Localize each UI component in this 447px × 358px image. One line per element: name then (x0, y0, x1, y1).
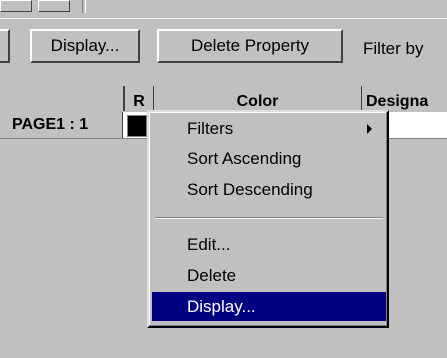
menu-item-label: Filters (187, 118, 234, 138)
top-strip (0, 0, 447, 14)
toolbar: Display... Delete Property Filter by (0, 18, 447, 79)
menu-item-delete[interactable]: Delete (152, 261, 386, 290)
grid-header: R Color Designa (0, 86, 447, 113)
filter-by-label: Filter by (363, 39, 424, 58)
top-strip-button-left[interactable] (0, 0, 32, 12)
menu-item-filters[interactable]: Filters (152, 114, 386, 143)
previous-button-edge[interactable] (0, 29, 10, 63)
display-button[interactable]: Display... (30, 29, 140, 63)
column-header-color[interactable]: Color (154, 86, 362, 111)
top-strip-divider (82, 0, 86, 13)
submenu-arrow-icon (367, 124, 372, 134)
top-strip-button-right[interactable] (38, 0, 70, 12)
corner-cell (0, 86, 124, 111)
context-menu: Filters Sort Ascending Sort Descending E… (147, 110, 389, 328)
menu-item-sort-ascending[interactable]: Sort Ascending (152, 144, 386, 173)
row-header[interactable]: PAGE1 : 1 (0, 112, 123, 138)
column-header-designator[interactable]: Designa (362, 86, 447, 111)
delete-property-button[interactable]: Delete Property (157, 29, 343, 63)
menu-item-display[interactable]: Display... (152, 292, 386, 321)
column-header-r[interactable]: R (124, 86, 154, 111)
menu-item-edit[interactable]: Edit... (152, 230, 386, 259)
menu-item-sort-descending[interactable]: Sort Descending (152, 175, 386, 204)
menu-separator (155, 217, 383, 219)
color-swatch[interactable] (127, 115, 147, 137)
